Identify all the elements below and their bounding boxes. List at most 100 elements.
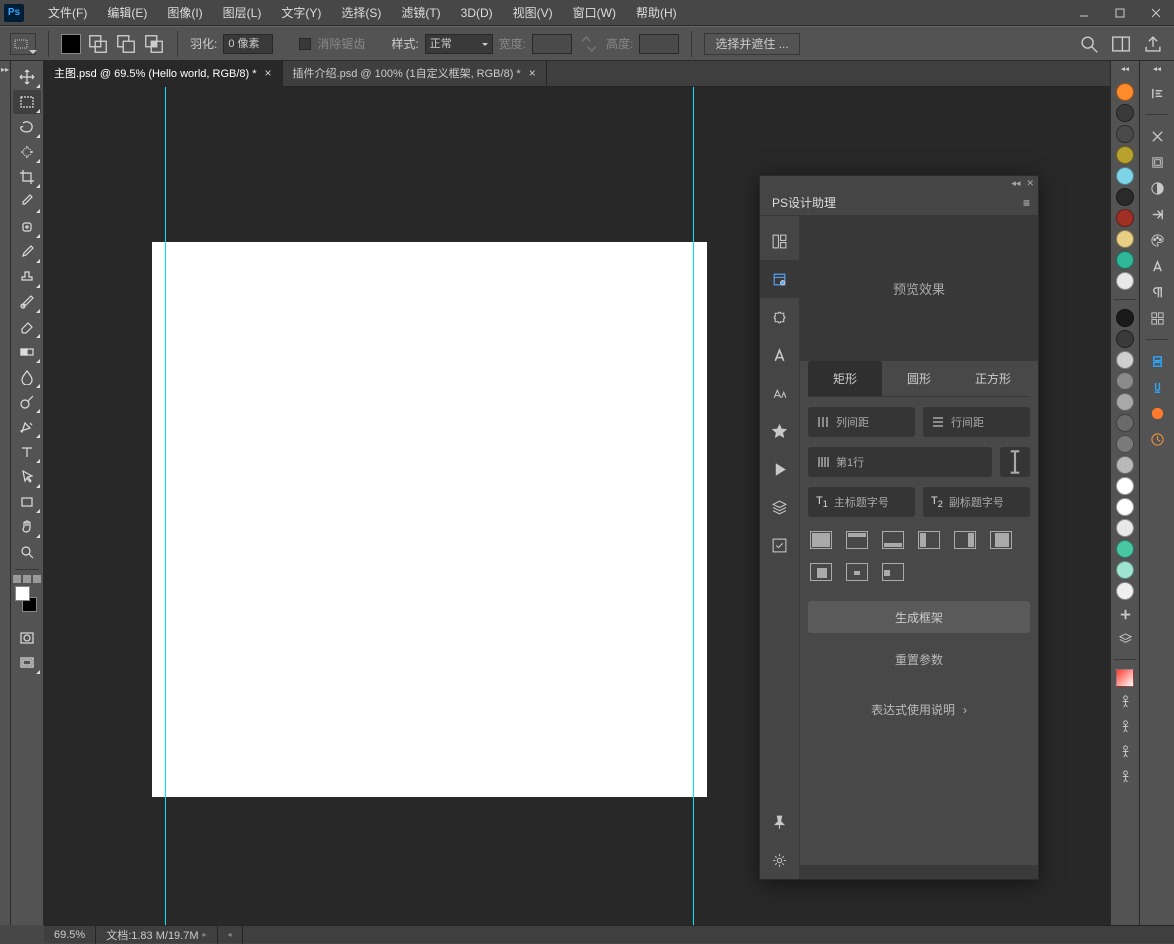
paragraph-icon[interactable]: [1146, 281, 1168, 303]
color-swatch[interactable]: [1116, 104, 1134, 122]
share-icon[interactable]: [1142, 33, 1164, 55]
menu-filter[interactable]: 滤镜(T): [391, 0, 450, 26]
quick-select-tool[interactable]: [13, 140, 41, 164]
antialias-check[interactable]: [299, 38, 311, 50]
color-swatch[interactable]: [1116, 582, 1134, 600]
workspace-switcher-icon[interactable]: [1110, 33, 1132, 55]
panel-menu-icon[interactable]: ≡: [1015, 196, 1038, 210]
layers-panel-icon[interactable]: [1146, 151, 1168, 173]
plugin-2-icon[interactable]: [1146, 376, 1168, 398]
preset-7[interactable]: [810, 563, 832, 581]
color-swatch[interactable]: [1116, 393, 1134, 411]
first-row-input[interactable]: 第1行: [808, 447, 992, 477]
path-select-tool[interactable]: [13, 465, 41, 489]
canvas[interactable]: [152, 242, 707, 797]
text-cursor-button[interactable]: [1000, 447, 1030, 477]
color-swatch[interactable]: [1116, 230, 1134, 248]
color-swatch[interactable]: [1116, 272, 1134, 290]
style-select[interactable]: 正常: [425, 34, 493, 54]
preset-1[interactable]: [810, 531, 832, 549]
screen-mode-icon[interactable]: [13, 651, 41, 675]
palette-icon[interactable]: [1146, 229, 1168, 251]
contrast-icon[interactable]: [1146, 177, 1168, 199]
selection-intersect-icon[interactable]: [143, 33, 165, 55]
gradient-swatch[interactable]: [1116, 669, 1134, 687]
bug-icon[interactable]: [1114, 715, 1136, 737]
color-swatch[interactable]: [1116, 251, 1134, 269]
panel-nav-text-size[interactable]: [760, 374, 799, 412]
color-swatch[interactable]: [1116, 372, 1134, 390]
zoom-level[interactable]: 69.5%: [44, 926, 96, 944]
color-swatch[interactable]: [1116, 561, 1134, 579]
color-swatch[interactable]: [1116, 125, 1134, 143]
eraser-tool[interactable]: [13, 315, 41, 339]
color-swatch[interactable]: [1116, 351, 1134, 369]
panel-close-icon[interactable]: ✕: [1026, 178, 1034, 189]
body-icon[interactable]: [1114, 690, 1136, 712]
edit-toolbar-icon[interactable]: [13, 575, 41, 583]
dodge-tool[interactable]: [13, 390, 41, 414]
menu-3d[interactable]: 3D(D): [451, 0, 503, 26]
trash-icon[interactable]: [1114, 765, 1136, 787]
gradient-tool[interactable]: [13, 340, 41, 364]
search-icon[interactable]: [1078, 33, 1100, 55]
color-swatch[interactable]: [1116, 414, 1134, 432]
preset-2[interactable]: [846, 531, 868, 549]
menu-help[interactable]: 帮助(H): [626, 0, 687, 26]
panel-nav-frame[interactable]: [760, 260, 799, 298]
preset-4[interactable]: [918, 531, 940, 549]
menu-layer[interactable]: 图层(L): [213, 0, 272, 26]
window-maximize[interactable]: [1102, 0, 1138, 26]
menu-window[interactable]: 窗口(W): [563, 0, 626, 26]
preset-3[interactable]: [882, 531, 904, 549]
lasso-tool[interactable]: [13, 115, 41, 139]
align-icon[interactable]: [1146, 82, 1168, 104]
shape-tab-circle[interactable]: 圆形: [882, 361, 956, 396]
close-icon[interactable]: ×: [265, 66, 272, 80]
help-link[interactable]: 表达式使用说明›: [871, 701, 967, 718]
menu-edit[interactable]: 编辑(E): [97, 0, 157, 26]
shape-tab-square[interactable]: 正方形: [956, 361, 1030, 396]
selection-new-icon[interactable]: [61, 34, 81, 54]
panel-title[interactable]: PS设计助理: [760, 190, 848, 216]
t2-input[interactable]: T2副标题字号: [923, 487, 1030, 517]
grid-icon[interactable]: [1146, 307, 1168, 329]
color-swatch[interactable]: [1116, 498, 1134, 516]
panel-nav-puzzle[interactable]: [760, 298, 799, 336]
stack-icon[interactable]: [1114, 628, 1136, 650]
plugin-1-icon[interactable]: [1146, 350, 1168, 372]
type-tool[interactable]: [13, 440, 41, 464]
blur-tool[interactable]: [13, 365, 41, 389]
color-swatch[interactable]: [1116, 83, 1134, 101]
panel-nav-layout[interactable]: [760, 222, 799, 260]
panel-nav-play[interactable]: [760, 450, 799, 488]
panel-collapse-icon[interactable]: ◂◂: [1011, 178, 1020, 189]
generate-button[interactable]: 生成框架: [808, 601, 1030, 633]
panel-nav-pin[interactable]: [760, 803, 799, 841]
preset-8[interactable]: [846, 563, 868, 581]
select-and-mask-button[interactable]: 选择并遮住 ...: [704, 33, 799, 55]
row-gap-input[interactable]: 行间距: [923, 407, 1030, 437]
reset-button[interactable]: 重置参数: [808, 647, 1030, 671]
menu-view[interactable]: 视图(V): [503, 0, 563, 26]
tool-preset-picker[interactable]: [10, 33, 36, 55]
color-swatch[interactable]: [1116, 435, 1134, 453]
color-swatch[interactable]: [1116, 167, 1134, 185]
color-swatch[interactable]: [1116, 519, 1134, 537]
menu-file[interactable]: 文件(F): [38, 0, 97, 26]
window-minimize[interactable]: [1066, 0, 1102, 26]
shape-tab-rect[interactable]: 矩形: [808, 361, 882, 396]
history-brush-tool[interactable]: [13, 290, 41, 314]
tools-cross-icon[interactable]: [1146, 125, 1168, 147]
color-swatch[interactable]: [1116, 456, 1134, 474]
panel-nav-check[interactable]: [760, 526, 799, 564]
color-swatch[interactable]: [1116, 146, 1134, 164]
color-swatch[interactable]: [1116, 540, 1134, 558]
guide-vertical[interactable]: [165, 87, 166, 925]
panel-scrollbar[interactable]: [800, 865, 1038, 879]
color-swatch[interactable]: [1116, 209, 1134, 227]
scroll-left-icon[interactable]: ◂: [218, 926, 243, 944]
t1-input[interactable]: T1主标题字号: [808, 487, 915, 517]
col-gap-input[interactable]: 列间距: [808, 407, 915, 437]
menu-type[interactable]: 文字(Y): [271, 0, 331, 26]
